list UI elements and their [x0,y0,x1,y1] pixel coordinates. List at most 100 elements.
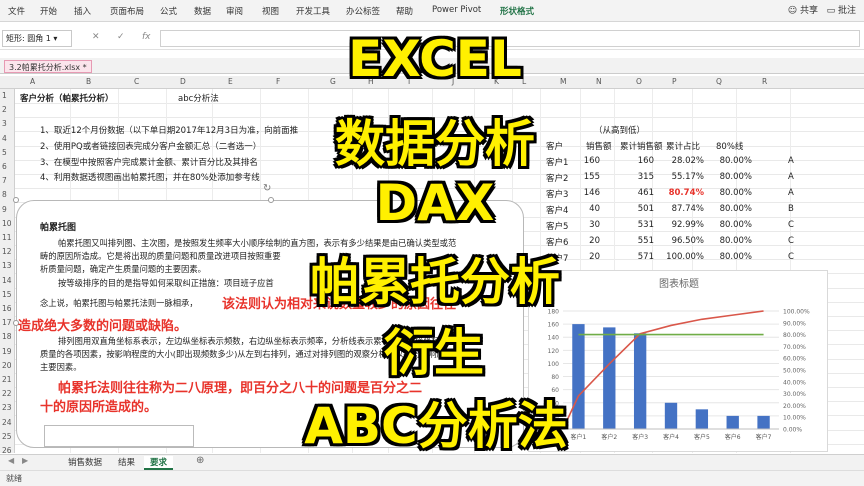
row-header[interactable]: 23 [2,403,12,412]
column-header[interactable]: Q [716,77,722,86]
ribbon-tab[interactable]: 公式 [160,5,177,17]
row-header[interactable]: 15 [2,290,12,299]
column-header[interactable]: A [30,77,35,86]
sheet-tab[interactable]: 销售数据 [62,456,108,468]
row-header[interactable]: 4 [2,134,7,143]
row-header[interactable]: 21 [2,375,12,384]
row-header[interactable]: 10 [2,219,12,228]
name-box[interactable]: 矩形: 圆角 1 ▾ [2,30,72,47]
row-header[interactable]: 2 [2,105,7,114]
column-header[interactable]: N [596,77,602,86]
enter-icon[interactable]: ✓ [117,32,125,42]
table-cell[interactable]: 80.74% [664,188,704,198]
rotate-handle-icon[interactable]: ↻ [263,183,271,194]
table-cell[interactable]: 80.00% [710,204,752,214]
row-header[interactable]: 14 [2,276,12,285]
document-tab[interactable]: 3.2帕累托分析.xlsx * [4,60,92,73]
row-header[interactable]: 1 [2,91,7,100]
column-header[interactable]: P [672,77,677,86]
table-cell[interactable]: 501 [616,204,654,214]
table-cell[interactable]: 28.02% [664,156,704,166]
row-header[interactable]: 22 [2,389,12,398]
table-cell[interactable]: 20 [568,252,600,262]
table-cell[interactable]: 客户5 [546,220,568,232]
row-header[interactable]: 16 [2,304,12,313]
table-cell[interactable]: 315 [616,172,654,182]
next-sheet-icon[interactable]: ▶ [22,456,28,465]
ribbon-tab[interactable]: 形状格式 [500,5,534,17]
table-cell[interactable]: 80.00% [710,220,752,230]
table-cell[interactable]: 80.00% [710,252,752,262]
table-cell[interactable]: 客户4 [546,204,568,216]
row-header[interactable]: 12 [2,247,12,256]
table-cell[interactable]: C [788,252,794,262]
ribbon-tab[interactable]: 办公标签 [346,5,380,17]
ribbon-tab[interactable]: 页面布局 [110,5,144,17]
row-header[interactable]: 24 [2,418,12,427]
cancel-icon[interactable]: ✕ [92,32,100,42]
row-header[interactable]: 13 [2,261,12,270]
table-cell[interactable]: B [788,204,794,214]
row-header[interactable]: 17 [2,318,12,327]
table-cell[interactable]: A [788,156,794,166]
table-cell[interactable]: 155 [568,172,600,182]
function-icon[interactable]: fx [142,32,151,42]
ribbon-tab[interactable]: 帮助 [396,5,413,17]
row-header[interactable]: 19 [2,347,12,356]
table-cell[interactable]: 96.50% [664,236,704,246]
row-header[interactable]: 8 [2,190,7,199]
prev-sheet-icon[interactable]: ◀ [8,456,14,465]
ribbon-tab[interactable]: 文件 [8,5,25,17]
row-header[interactable]: 11 [2,233,12,242]
table-cell[interactable]: 92.99% [664,220,704,230]
column-header[interactable]: O [636,77,642,86]
table-cell[interactable]: 55.17% [664,172,704,182]
table-cell[interactable]: 80.00% [710,236,752,246]
row-header[interactable]: 7 [2,176,7,185]
ribbon-tab[interactable]: 插入 [74,5,91,17]
sheet-tab[interactable]: 结果 [112,456,141,468]
table-cell[interactable]: 80.00% [710,188,752,198]
add-sheet-icon[interactable]: ⊕ [196,455,204,466]
row-header[interactable]: 5 [2,148,7,157]
table-cell[interactable]: 30 [568,220,600,230]
table-cell[interactable]: 160 [616,156,654,166]
row-header[interactable]: 25 [2,432,12,441]
sheet-tab[interactable]: 要求 [144,456,174,470]
table-cell[interactable]: 客户2 [546,172,568,184]
table-cell[interactable]: 100.00% [664,252,704,262]
ribbon-tab[interactable]: Power Pivot [432,5,481,15]
table-cell[interactable]: 80.00% [710,156,752,166]
table-cell[interactable]: 20 [568,236,600,246]
table-cell[interactable]: 客户1 [546,156,568,168]
resize-handle[interactable] [268,197,274,203]
table-cell[interactable]: A [788,188,794,198]
table-cell[interactable]: C [788,220,794,230]
row-header[interactable]: 9 [2,205,7,214]
table-cell[interactable]: 571 [616,252,654,262]
table-cell[interactable]: C [788,236,794,246]
resize-handle[interactable] [13,197,19,203]
table-cell[interactable]: 客户3 [546,188,568,200]
table-cell[interactable]: 160 [568,156,600,166]
row-header[interactable]: 20 [2,361,12,370]
column-header[interactable]: C [134,77,139,86]
table-cell[interactable]: 551 [616,236,654,246]
column-header[interactable]: B [86,77,91,86]
row-header[interactable]: 3 [2,119,7,128]
table-cell[interactable]: 531 [616,220,654,230]
column-header[interactable]: M [560,77,566,86]
column-header[interactable]: F [276,77,280,86]
ribbon-tab[interactable]: 视图 [262,5,279,17]
table-cell[interactable]: 40 [568,204,600,214]
share-button[interactable]: ☺ 共享 [788,3,818,16]
table-cell[interactable]: 461 [616,188,654,198]
column-header[interactable]: D [180,77,186,86]
comment-button[interactable]: ▭ 批注 [827,3,856,16]
ribbon-tab[interactable]: 数据 [194,5,211,17]
table-cell[interactable]: 80.00% [710,172,752,182]
ribbon-tab[interactable]: 审阅 [226,5,243,17]
column-header[interactable]: R [762,77,767,86]
table-cell[interactable]: 146 [568,188,600,198]
row-header[interactable]: 18 [2,332,12,341]
